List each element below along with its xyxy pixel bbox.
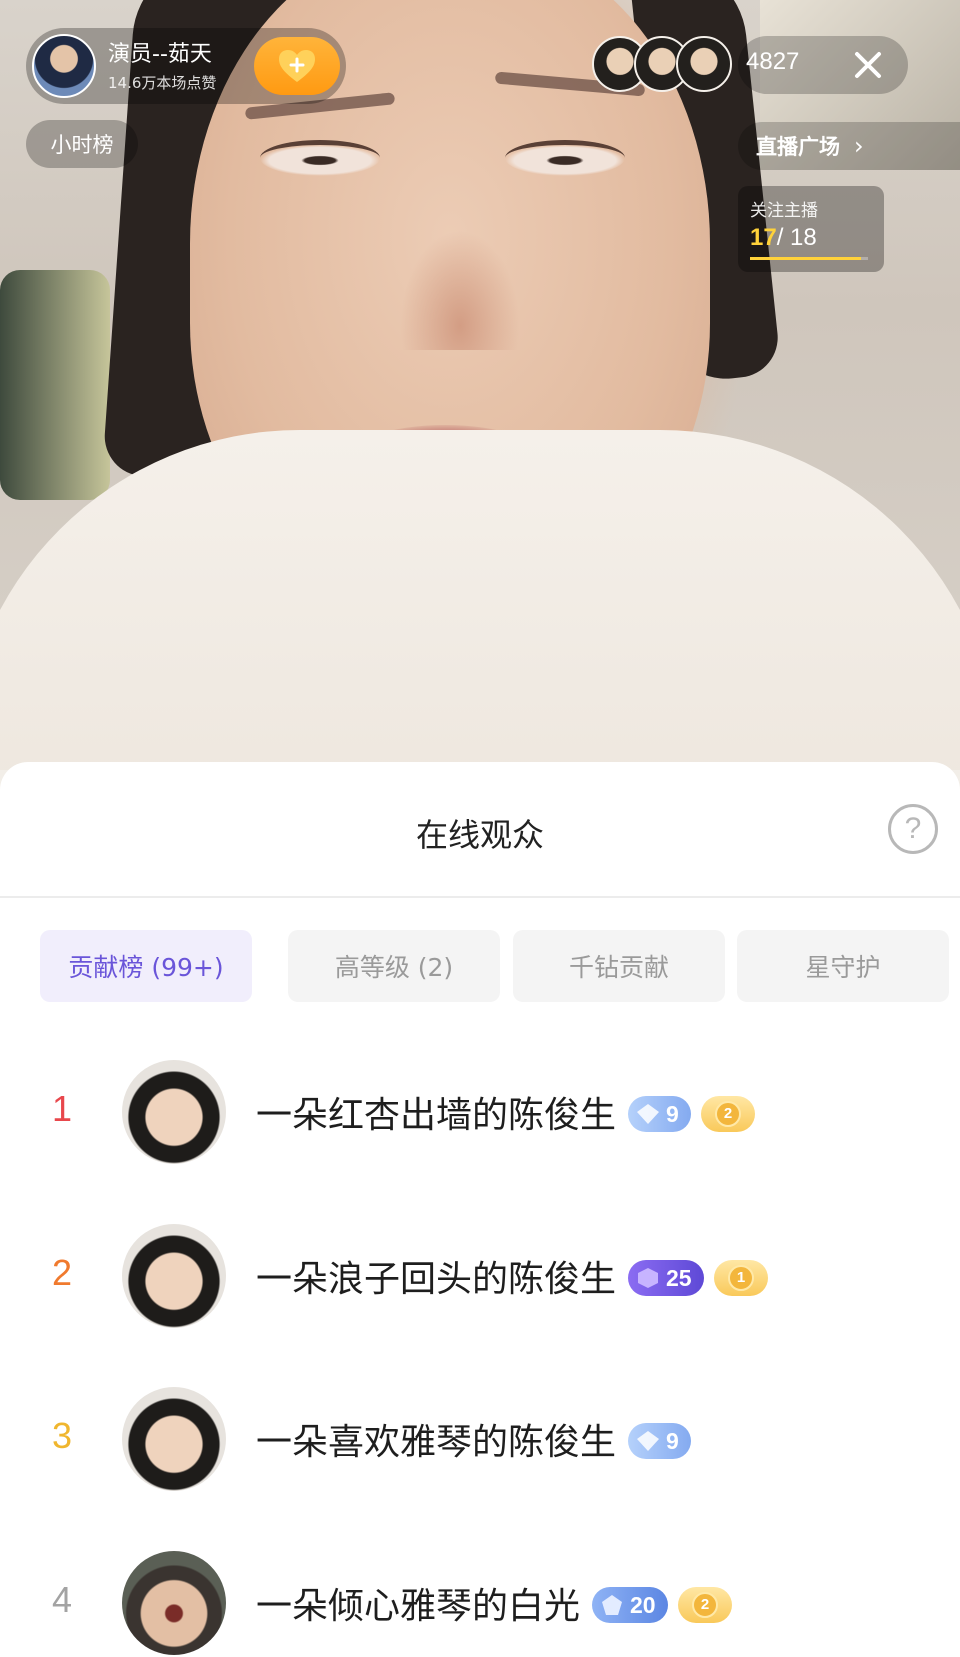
level-value: 9: [666, 1100, 679, 1127]
host-avatar[interactable]: [32, 34, 96, 98]
level-value: 25: [666, 1264, 692, 1291]
coin-value: 2: [692, 1592, 718, 1618]
background-jacket: [0, 270, 110, 500]
viewer-avatar[interactable]: [676, 36, 732, 92]
diamond-icon: [637, 1104, 659, 1124]
chevron-right-icon: ›: [854, 132, 864, 160]
rank-number: 4: [51, 1579, 73, 1620]
streamer-eye: [505, 140, 625, 176]
level-badge: 20: [592, 1587, 668, 1623]
rank-number: 2: [51, 1252, 73, 1293]
live-video[interactable]: 演员--茹天 14.6万本场点赞 4827 小时榜 直播广场 › 关注主播 17…: [0, 0, 960, 770]
level-badge: 9: [628, 1423, 691, 1459]
top-viewer-avatars[interactable]: [592, 36, 732, 92]
diamond-icon: [602, 1595, 622, 1615]
hour-rank-button[interactable]: 小时榜: [26, 120, 138, 168]
coin-badge-icon: 2: [678, 1587, 732, 1623]
follow-card-current: 17: [750, 224, 777, 251]
tab-high-level[interactable]: 高等级 (2): [288, 930, 500, 1002]
avatar[interactable]: [122, 1387, 226, 1491]
divider: [0, 896, 960, 898]
heart-plus-icon: [279, 50, 315, 82]
tab-thousand-diamond[interactable]: 千钻贡献: [513, 930, 725, 1002]
user-name: 一朵浪子回头的陈俊生: [256, 1259, 617, 1300]
host-info[interactable]: 演员--茹天 14.6万本场点赞: [26, 28, 346, 104]
audience-tabs: 贡献榜 (99+) 高等级 (2) 千钻贡献 星守护: [40, 930, 949, 1002]
question-circle-icon[interactable]: ?: [888, 804, 938, 854]
diamond-icon: [637, 1431, 659, 1451]
coin-value: 2: [715, 1101, 741, 1127]
diamond-icon: [638, 1268, 658, 1288]
rank-number: 3: [51, 1415, 73, 1456]
live-plaza-button[interactable]: 直播广场 ›: [738, 122, 960, 170]
level-value: 9: [666, 1427, 679, 1454]
host-name: 演员--茹天: [108, 42, 212, 67]
live-plaza-label: 直播广场: [756, 135, 840, 159]
streamer-shirt: [0, 430, 960, 770]
coin-badge-icon: 2: [701, 1096, 755, 1132]
list-item[interactable]: 2 一朵浪子回头的陈俊生 25 1: [0, 1222, 960, 1332]
close-icon[interactable]: [850, 47, 886, 83]
follow-card-label: 关注主播: [750, 201, 818, 221]
level-value: 20: [630, 1591, 656, 1618]
level-badge: 9: [628, 1096, 691, 1132]
coin-badge-icon: 1: [714, 1260, 768, 1296]
user-name: 一朵喜欢雅琴的陈俊生: [256, 1422, 617, 1463]
avatar[interactable]: [122, 1551, 226, 1655]
avatar[interactable]: [122, 1224, 226, 1328]
host-likes: 14.6万本场点赞: [108, 74, 217, 92]
user-name: 一朵红杏出墙的陈俊生: [256, 1095, 617, 1136]
coin-value: 1: [728, 1265, 754, 1291]
online-audience-sheet: 在线观众 ? 贡献榜 (99+) 高等级 (2) 千钻贡献 星守护 1 一朵红杏…: [0, 762, 960, 1657]
streamer-nose: [400, 230, 520, 350]
streamer-eye: [260, 140, 380, 176]
follow-card-count: 17/ 18: [750, 224, 817, 252]
sheet-title: 在线观众: [415, 816, 544, 854]
follow-card-progress-fill: [750, 257, 862, 260]
follow-card-progress: [750, 257, 868, 260]
user-name: 一朵倾心雅琴的白光: [256, 1586, 581, 1627]
avatar[interactable]: [122, 1060, 226, 1164]
list-item[interactable]: 3 一朵喜欢雅琴的陈俊生 9: [0, 1385, 960, 1495]
list-item[interactable]: 1 一朵红杏出墙的陈俊生 9 2: [0, 1058, 960, 1168]
level-badge: 25: [628, 1260, 704, 1296]
list-item[interactable]: 4 一朵倾心雅琴的白光 20 2: [0, 1549, 960, 1657]
follow-button[interactable]: [254, 37, 340, 95]
follow-card-total: / 18: [776, 224, 817, 251]
tab-contribution[interactable]: 贡献榜 (99+): [40, 930, 252, 1002]
viewer-count: 4827: [746, 48, 800, 75]
rank-number: 1: [51, 1088, 73, 1129]
follow-streamer-card[interactable]: 关注主播 17/ 18: [738, 186, 884, 272]
tab-star-guard[interactable]: 星守护: [737, 930, 949, 1002]
